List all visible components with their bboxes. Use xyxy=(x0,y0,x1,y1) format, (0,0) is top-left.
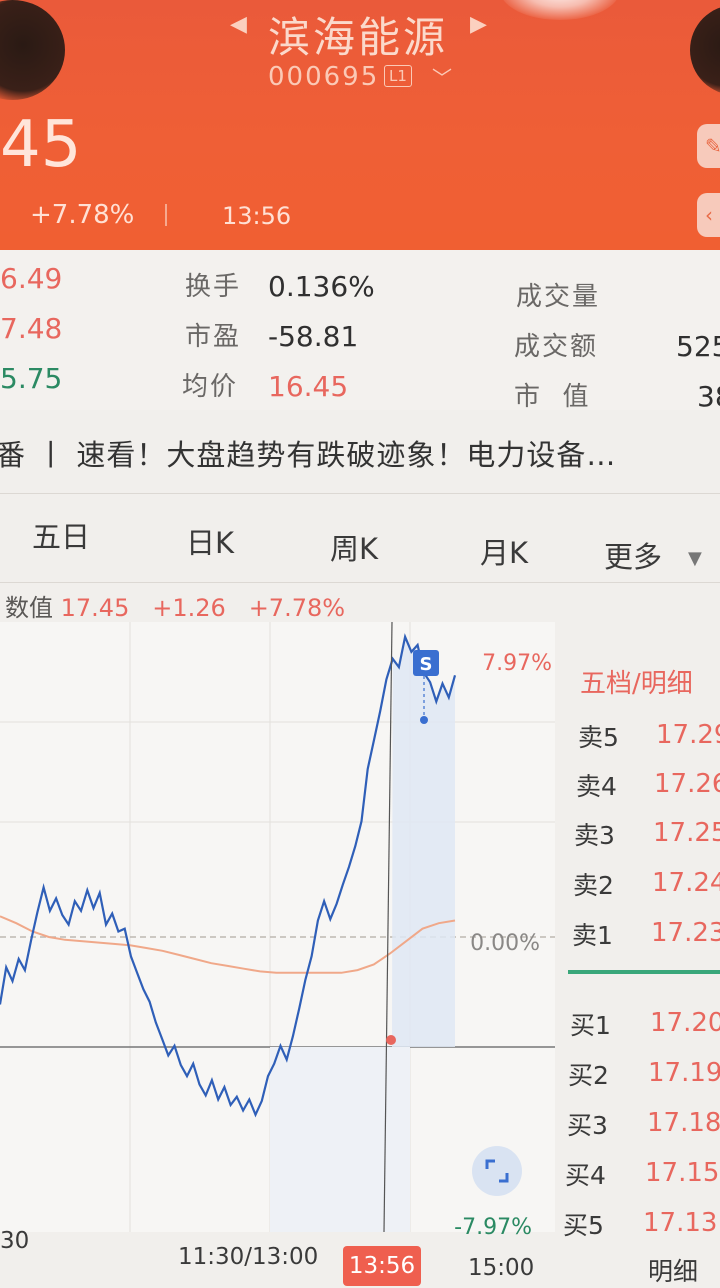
tab-more[interactable]: 更多 xyxy=(604,534,662,576)
x-axis-label: 30 xyxy=(0,1228,30,1254)
sell-level-label: 卖5 xyxy=(578,723,619,752)
fullscreen-expand-button[interactable] xyxy=(472,1146,522,1196)
screen-glare xyxy=(500,0,620,20)
stat-turnover-label: 换手 xyxy=(185,272,242,302)
news-ticker[interactable]: 番 丨 速看！大盘趋势有跌破迹象！电力设备… xyxy=(0,432,616,474)
buy-level-price: 17.15 xyxy=(645,1158,720,1188)
divider xyxy=(0,493,720,494)
order-book-spread-bar xyxy=(568,970,720,974)
buy-level-label: 买4 xyxy=(565,1161,606,1190)
chevron-down-icon[interactable]: ﹀ xyxy=(432,62,452,91)
buy-level-price: 17.20 xyxy=(650,1008,720,1038)
camera-shadow-left xyxy=(0,0,65,100)
tab-five-day[interactable]: 五日 xyxy=(32,514,90,556)
buy-level-label: 买2 xyxy=(568,1061,609,1090)
selected-time-badge: 13:56 xyxy=(343,1246,421,1286)
sell-level-price: 17.29 xyxy=(656,720,720,750)
buy-level-price: 17.19 xyxy=(648,1058,720,1088)
stat-pe-label: 市盈 xyxy=(185,322,242,352)
crosshair-dot xyxy=(386,1035,396,1045)
stat-pe-value: -58.81 xyxy=(268,320,359,353)
quote-line-value: 17.45 xyxy=(60,594,130,622)
order-detail-tab[interactable]: 明细 xyxy=(648,1252,698,1288)
x-axis-label: 15:00 xyxy=(468,1255,535,1281)
side-action-button-2[interactable]: ‹ xyxy=(697,193,720,237)
buy-level-price: 17.18 xyxy=(647,1108,720,1138)
y-axis-zero-label: 0.00% xyxy=(470,931,540,956)
divider xyxy=(0,582,720,583)
after-cursor-area xyxy=(392,636,455,1047)
stock-name: 滨海能源 xyxy=(268,13,449,62)
stats-panel: 6.49 7.48 5.75 换手 0.136% 市盈 -58.81 均价 16… xyxy=(0,250,720,413)
quote-line-label: 数值 xyxy=(5,594,53,622)
stat-avgprice-label: 均价 xyxy=(182,372,239,402)
expand-icon xyxy=(485,1159,509,1183)
buy-level-label: 买3 xyxy=(567,1111,608,1140)
stat-amount-label: 成交额 xyxy=(514,332,599,362)
stock-code: 000695 xyxy=(268,62,380,92)
y-axis-top-label: 7.97% xyxy=(482,651,552,676)
stat-volume-label: 成交量 xyxy=(516,282,601,312)
crosshair-quote-line: 数值 17.45 +1.26 +7.78% xyxy=(5,588,345,623)
stat-mktcap-label: 市 值 xyxy=(514,382,591,412)
intraday-chart[interactable]: S 7.97% 0.00% -7.97% xyxy=(0,622,560,1242)
tab-daily-k[interactable]: 日K xyxy=(186,520,234,562)
prev-stock-arrow-icon[interactable]: ◀ xyxy=(230,12,247,37)
sell-level-price: 17.23 xyxy=(651,918,720,948)
separator xyxy=(165,204,167,226)
stat-amount-value: 525 xyxy=(676,330,720,363)
stat-low: 5.75 xyxy=(0,362,63,395)
sell-level-label: 卖1 xyxy=(572,921,613,950)
side-action-button[interactable]: ✎ xyxy=(697,124,720,168)
quote-line-change-pct: +7.78% xyxy=(248,594,346,622)
sell-level-price: 17.24 xyxy=(652,868,720,898)
y-axis-bottom-label: -7.97% xyxy=(454,1215,532,1240)
sell-level-label: 卖2 xyxy=(573,871,614,900)
change-percent: +7.78% xyxy=(30,200,135,230)
buy-level-price: 17.13 xyxy=(643,1208,718,1238)
stat-avgprice-value: 16.45 xyxy=(268,370,349,403)
buy-level-label: 买5 xyxy=(563,1211,604,1240)
x-axis-label: 11:30/13:00 xyxy=(178,1244,319,1270)
afternoon-shade xyxy=(270,1047,410,1232)
camera-shadow-right xyxy=(690,5,720,95)
tab-weekly-k[interactable]: 周K xyxy=(330,526,378,568)
s-marker-dot xyxy=(420,716,428,724)
sell-level-price: 17.26 xyxy=(654,769,720,799)
next-stock-arrow-icon[interactable]: ▶ xyxy=(470,12,487,37)
stat-open: 7.48 xyxy=(0,312,63,345)
buy-level-label: 买1 xyxy=(570,1011,611,1040)
sell-level-label: 卖3 xyxy=(574,821,615,850)
order-book-title[interactable]: 五档/明细 xyxy=(580,663,693,700)
quote-level-badge[interactable]: L1 xyxy=(384,65,412,87)
sell-level-price: 17.25 xyxy=(653,818,720,848)
quote-time: 13:56 xyxy=(222,202,292,230)
dropdown-triangle-icon[interactable]: ▼ xyxy=(688,548,702,569)
s-marker-label: S xyxy=(420,654,433,675)
tab-monthly-k[interactable]: 月K xyxy=(480,530,528,572)
current-price: 45 xyxy=(0,108,82,182)
sell-level-label: 卖4 xyxy=(576,772,617,801)
stat-turnover-value: 0.136% xyxy=(268,270,375,303)
stat-high: 6.49 xyxy=(0,262,63,295)
stock-header: ◀ 滨海能源 ▶ 000695 L1 ﹀ 45 +7.78% 13:56 ✎ ‹ xyxy=(0,0,720,250)
stat-mktcap-value: 38 xyxy=(697,380,720,413)
quote-line-change: +1.26 xyxy=(152,594,226,622)
